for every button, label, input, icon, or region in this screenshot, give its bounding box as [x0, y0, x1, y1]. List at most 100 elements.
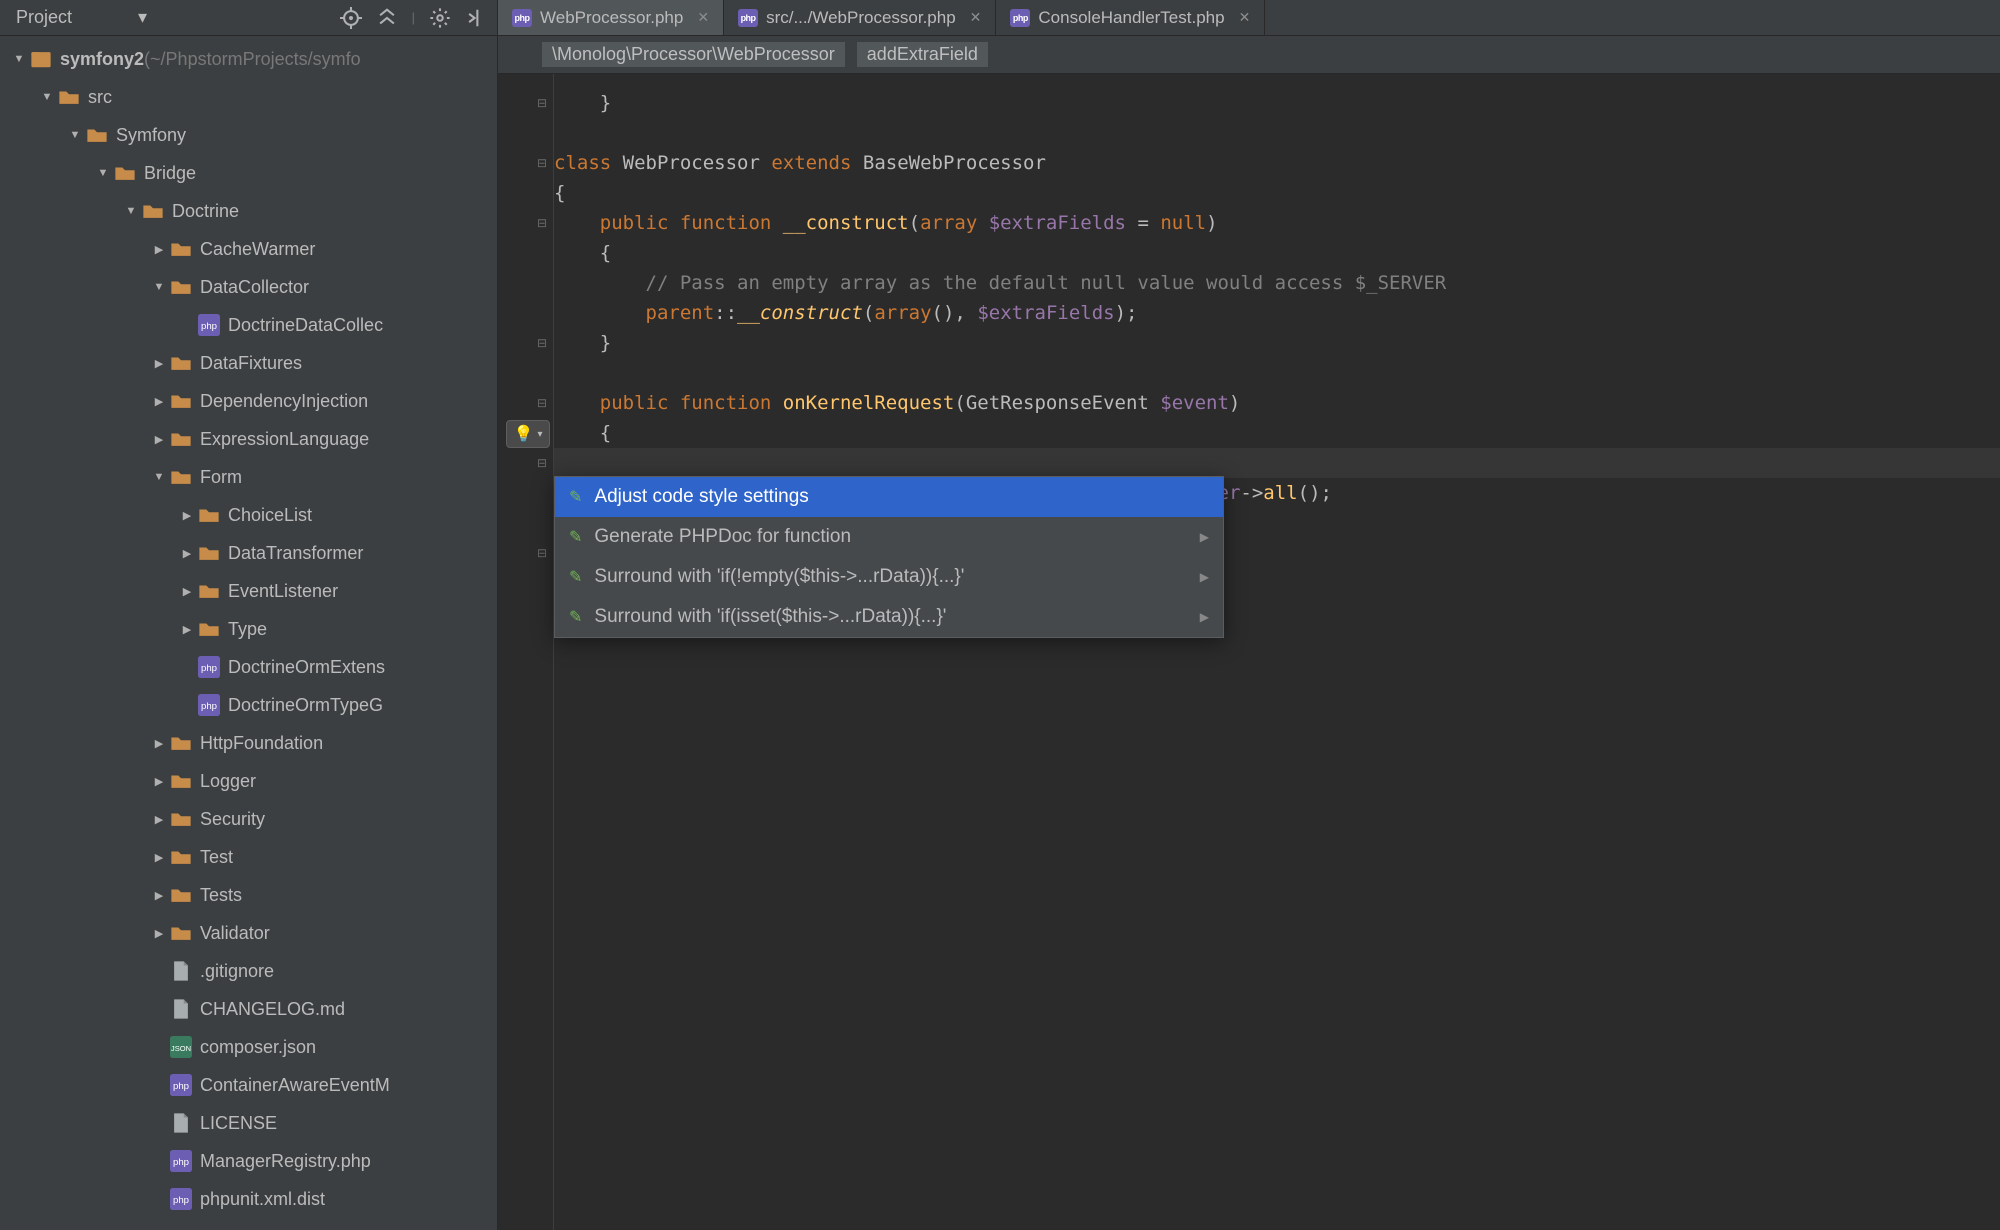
folder-icon	[198, 580, 220, 602]
chevron-down-icon[interactable]: ▼	[36, 91, 58, 103]
intention-item[interactable]: ✎Surround with 'if(isset($this->...rData…	[555, 597, 1223, 637]
hide-icon[interactable]	[465, 7, 487, 29]
tree-row[interactable]: ▼symfony2 (~/PhpstormProjects/symfo	[0, 40, 497, 78]
tree-row[interactable]: ▼Doctrine	[0, 192, 497, 230]
tree-row[interactable]: ▶ ExpressionLanguage	[0, 420, 497, 458]
tree-row[interactable]: ▶DataFixtures	[0, 344, 497, 382]
lightbulb-icon: 💡	[514, 424, 534, 444]
close-icon[interactable]: ✕	[970, 9, 982, 26]
code-text[interactable]: } class WebProcessor extends BaseWebProc…	[554, 74, 2000, 1230]
intention-item[interactable]: ✎ Surround with 'if(!empty($this->...rDat…	[555, 557, 1223, 597]
folder-icon	[170, 770, 192, 792]
editor-gutter: ⊟ ⊟ ⊟ ⊟ ⊟ ⊟ ⊟	[498, 74, 554, 1230]
tree-item-label: Form	[200, 467, 242, 488]
close-icon[interactable]: ✕	[697, 9, 709, 26]
svg-text:php: php	[173, 1195, 189, 1206]
chevron-right-icon[interactable]: ▶	[176, 623, 198, 636]
chevron-right-icon[interactable]: ▶	[176, 509, 198, 522]
chevron-right-icon[interactable]: ▶	[148, 243, 170, 256]
tree-item-label: DependencyInjection	[200, 391, 368, 412]
chevron-right-icon: ▶	[1200, 610, 1209, 624]
tree-row[interactable]: ▶CacheWarmer	[0, 230, 497, 268]
tree-row[interactable]: ▶phpManagerRegistry.php	[0, 1142, 497, 1180]
chevron-down-icon[interactable]: ▼	[64, 129, 86, 141]
chevron-right-icon[interactable]: ▶	[148, 775, 170, 788]
chevron-right-icon[interactable]: ▶	[148, 395, 170, 408]
tree-item-label: DataCollector	[200, 277, 309, 298]
chevron-right-icon[interactable]: ▶	[148, 737, 170, 750]
gear-icon[interactable]	[429, 7, 451, 29]
tree-item-label: ExpressionLanguage	[200, 429, 369, 450]
tree-item-label: phpunit.xml.dist	[200, 1189, 325, 1210]
tree-row[interactable]: ▶phpDoctrineDataCollec	[0, 306, 497, 344]
chevron-right-icon[interactable]: ▶	[148, 889, 170, 902]
folder-icon	[170, 238, 192, 260]
tree-row[interactable]: ▶Validator	[0, 914, 497, 952]
project-selector[interactable]: Project ▾	[10, 7, 147, 28]
folder-icon	[170, 352, 192, 374]
breadcrumb-member[interactable]: addExtraField	[857, 42, 988, 67]
tree-row[interactable]: ▶ DependencyInjection	[0, 382, 497, 420]
collapse-all-icon[interactable]	[376, 7, 398, 29]
chevron-right-icon[interactable]: ▶	[148, 927, 170, 940]
chevron-down-icon[interactable]: ▼	[92, 167, 114, 179]
close-icon[interactable]: ✕	[1239, 9, 1251, 26]
tree-item-label: Bridge	[144, 163, 196, 184]
tree-row[interactable]: ▶phpphpunit.xml.dist	[0, 1180, 497, 1218]
tree-item-label: symfony2	[60, 49, 144, 70]
folder-icon	[170, 428, 192, 450]
tree-row[interactable]: ▶Tests	[0, 876, 497, 914]
chevron-right-icon[interactable]: ▶	[176, 585, 198, 598]
tree-row[interactable]: ▼ Form	[0, 458, 497, 496]
intention-item[interactable]: ✎Adjust code style settings	[555, 477, 1223, 517]
breadcrumb: \Monolog\Processor\WebProcessor addExtra…	[498, 36, 2000, 74]
project-selector-label: Project	[16, 7, 72, 28]
tree-row[interactable]: ▶.gitignore	[0, 952, 497, 990]
tree-row[interactable]: ▶Type	[0, 610, 497, 648]
folder-icon	[198, 618, 220, 640]
chevron-right-icon[interactable]: ▶	[148, 813, 170, 826]
tree-row[interactable]: ▶EventListener	[0, 572, 497, 610]
chevron-down-icon[interactable]: ▼	[8, 53, 30, 65]
pencil-icon: ✎	[569, 567, 582, 587]
tree-row[interactable]: ▶phpContainerAwareEventM	[0, 1066, 497, 1104]
tree-row[interactable]: ▶Security	[0, 800, 497, 838]
intention-bulb[interactable]: 💡 ▾	[506, 420, 550, 448]
intention-item-label: Surround with 'if(!empty($this->...rData…	[594, 566, 964, 588]
tree-row[interactable]: ▶Logger	[0, 762, 497, 800]
breadcrumb-class[interactable]: \Monolog\Processor\WebProcessor	[542, 42, 845, 67]
tree-row[interactable]: ▼ Symfony	[0, 116, 497, 154]
tree-row[interactable]: ▶ChoiceList	[0, 496, 497, 534]
tab-label: src/.../WebProcessor.php	[766, 8, 956, 28]
file-icon	[170, 1112, 192, 1134]
chevron-down-icon[interactable]: ▼	[148, 471, 170, 483]
tree-row[interactable]: ▶HttpFoundation	[0, 724, 497, 762]
tab-src-webprocessor[interactable]: php src/.../WebProcessor.php ✕	[724, 0, 996, 35]
chevron-right-icon[interactable]: ▶	[148, 357, 170, 370]
chevron-down-icon[interactable]: ▼	[148, 281, 170, 293]
tab-webprocessor[interactable]: php WebProcessor.php ✕	[498, 0, 724, 35]
tree-row[interactable]: ▼ Bridge	[0, 154, 497, 192]
tree-row[interactable]: ▶LICENSE	[0, 1104, 497, 1142]
tree-row[interactable]: ▶phpDoctrineOrmTypeG	[0, 686, 497, 724]
tree-row[interactable]: ▶DataTransformer	[0, 534, 497, 572]
chevron-right-icon[interactable]: ▶	[176, 547, 198, 560]
tab-consolehandlertest[interactable]: php ConsoleHandlerTest.php ✕	[996, 0, 1265, 35]
tree-row[interactable]: ▶ Test	[0, 838, 497, 876]
tree-row[interactable]: ▶CHANGELOG.md	[0, 990, 497, 1028]
tree-row[interactable]: ▼src	[0, 78, 497, 116]
chevron-right-icon[interactable]: ▶	[148, 433, 170, 446]
editor-body[interactable]: ⊟ ⊟ ⊟ ⊟ ⊟ ⊟ ⊟ } class WebProcessor exten…	[498, 74, 2000, 1230]
chevron-right-icon: ▶	[1200, 530, 1209, 544]
tree-row[interactable]: ▶phpDoctrineOrmExtens	[0, 648, 497, 686]
tree-item-label: Test	[200, 847, 233, 868]
tree-row[interactable]: ▼ DataCollector	[0, 268, 497, 306]
chevron-right-icon[interactable]: ▶	[148, 851, 170, 864]
folder-icon	[170, 390, 192, 412]
target-icon[interactable]	[340, 7, 362, 29]
chevron-down-icon[interactable]: ▼	[120, 205, 142, 217]
tree-row[interactable]: ▶JSONcomposer.json	[0, 1028, 497, 1066]
intention-item[interactable]: ✎Generate PHPDoc for function▶	[555, 517, 1223, 557]
folder-icon	[86, 124, 108, 146]
tree-item-label: Symfony	[116, 125, 186, 146]
